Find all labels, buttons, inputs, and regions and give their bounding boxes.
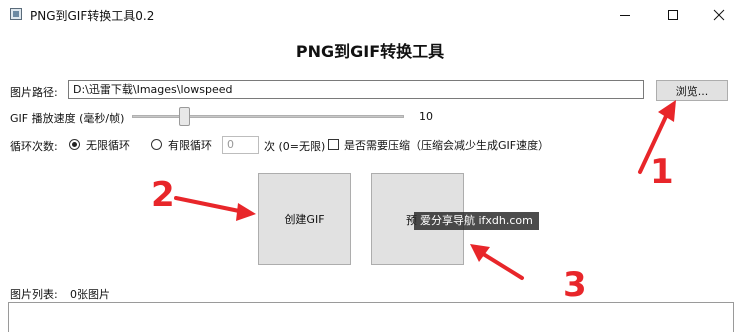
annotation-number-2: 2 — [151, 175, 175, 215]
arrow-2 — [174, 196, 246, 214]
arrow-3-head — [470, 244, 490, 262]
arrow-3 — [478, 250, 524, 280]
annotation-number-1: 1 — [650, 152, 674, 192]
annotation-arrows — [174, 100, 676, 280]
arrow-2-head — [236, 203, 256, 221]
annotation-number-3: 3 — [563, 265, 587, 305]
